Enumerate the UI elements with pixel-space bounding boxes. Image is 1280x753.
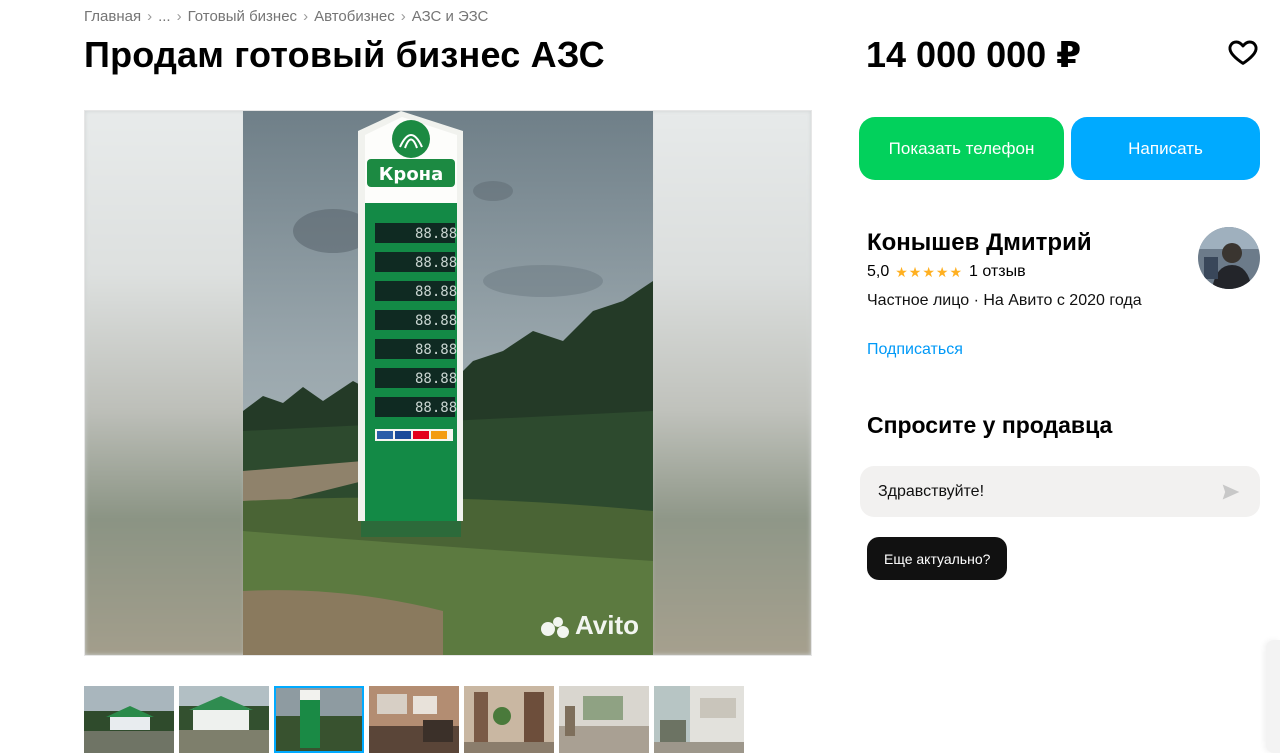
send-icon[interactable] bbox=[1220, 482, 1242, 502]
write-message-button[interactable]: Написать bbox=[1071, 117, 1260, 180]
thumbnail-5[interactable] bbox=[464, 686, 554, 753]
breadcrumb-item-gas-stations[interactable]: АЗС и ЭЗС bbox=[412, 8, 489, 25]
thumbnail-1[interactable] bbox=[84, 686, 174, 753]
quick-reply-chip[interactable]: Еще актуально? bbox=[867, 537, 1008, 580]
chevron-right-icon: › bbox=[400, 8, 406, 25]
sign-price-6: 88.88 bbox=[415, 371, 457, 387]
breadcrumb-item-business[interactable]: Готовый бизнес bbox=[188, 8, 297, 25]
chevron-right-icon: › bbox=[147, 8, 153, 25]
photo-blur-right bbox=[651, 111, 811, 655]
sign-price-5: 88.88 bbox=[415, 342, 457, 358]
page-title: Продам готовый бизнес АЗС bbox=[84, 34, 605, 75]
show-phone-button[interactable]: Показать телефон bbox=[859, 117, 1064, 180]
breadcrumb-item-autobusiness[interactable]: Автобизнес bbox=[314, 8, 395, 25]
sign-brand-text: Крона bbox=[379, 164, 444, 185]
seller-name[interactable]: Конышев Дмитрий bbox=[867, 229, 1092, 257]
thumbnail-2[interactable] bbox=[179, 686, 269, 753]
thumbnail-7[interactable] bbox=[654, 686, 744, 753]
thumbnail-strip bbox=[84, 686, 744, 753]
reviews-link[interactable]: 1 отзыв bbox=[969, 263, 1026, 281]
sign-price-1: 88.88 bbox=[415, 226, 457, 242]
avatar[interactable] bbox=[1198, 227, 1260, 289]
chevron-right-icon: › bbox=[303, 8, 309, 25]
subscribe-link[interactable]: Подписаться bbox=[867, 341, 963, 359]
sign-price-4: 88.88 bbox=[415, 313, 457, 329]
avito-logo-icon bbox=[540, 614, 571, 638]
thumbnail-6[interactable] bbox=[559, 686, 649, 753]
main-photo[interactable]: Крона 88.88 88.88 88.88 88.88 88.88 88.8… bbox=[243, 111, 653, 655]
side-panel-edge bbox=[1266, 640, 1280, 753]
message-text[interactable]: Здравствуйте! bbox=[878, 483, 984, 501]
sign-price-3: 88.88 bbox=[415, 284, 457, 300]
message-input[interactable]: Здравствуйте! bbox=[860, 466, 1260, 517]
heart-icon[interactable] bbox=[1226, 36, 1260, 68]
seller-type: Частное лицо · На Авито с 2020 года bbox=[867, 292, 1142, 309]
sign-price-2: 88.88 bbox=[415, 255, 457, 271]
gas-station-sign-photo: Крона 88.88 88.88 88.88 88.88 88.88 88.8… bbox=[243, 111, 653, 655]
listing-price: 14 000 000 ₽ bbox=[866, 34, 1082, 75]
avito-watermark: Avito bbox=[540, 610, 639, 641]
sign-price-7: 88.88 bbox=[415, 400, 457, 416]
breadcrumb: Главная › ... › Готовый бизнес › Автобиз… bbox=[84, 8, 488, 25]
star-rating-icon: ★★★★★ bbox=[895, 263, 964, 280]
chevron-right-icon: › bbox=[176, 8, 182, 25]
photo-blur-left bbox=[85, 111, 245, 655]
photo-gallery[interactable]: Крона 88.88 88.88 88.88 88.88 88.88 88.8… bbox=[84, 110, 812, 656]
seller-rating: 5,0 ★★★★★ 1 отзыв bbox=[867, 263, 1026, 281]
ask-seller-title: Спросите у продавца bbox=[867, 412, 1113, 438]
breadcrumb-item-home[interactable]: Главная bbox=[84, 8, 141, 25]
thumbnail-4[interactable] bbox=[369, 686, 459, 753]
rating-value: 5,0 bbox=[867, 263, 890, 280]
breadcrumb-item-ellipsis[interactable]: ... bbox=[158, 8, 171, 25]
thumbnail-3[interactable] bbox=[274, 686, 364, 753]
